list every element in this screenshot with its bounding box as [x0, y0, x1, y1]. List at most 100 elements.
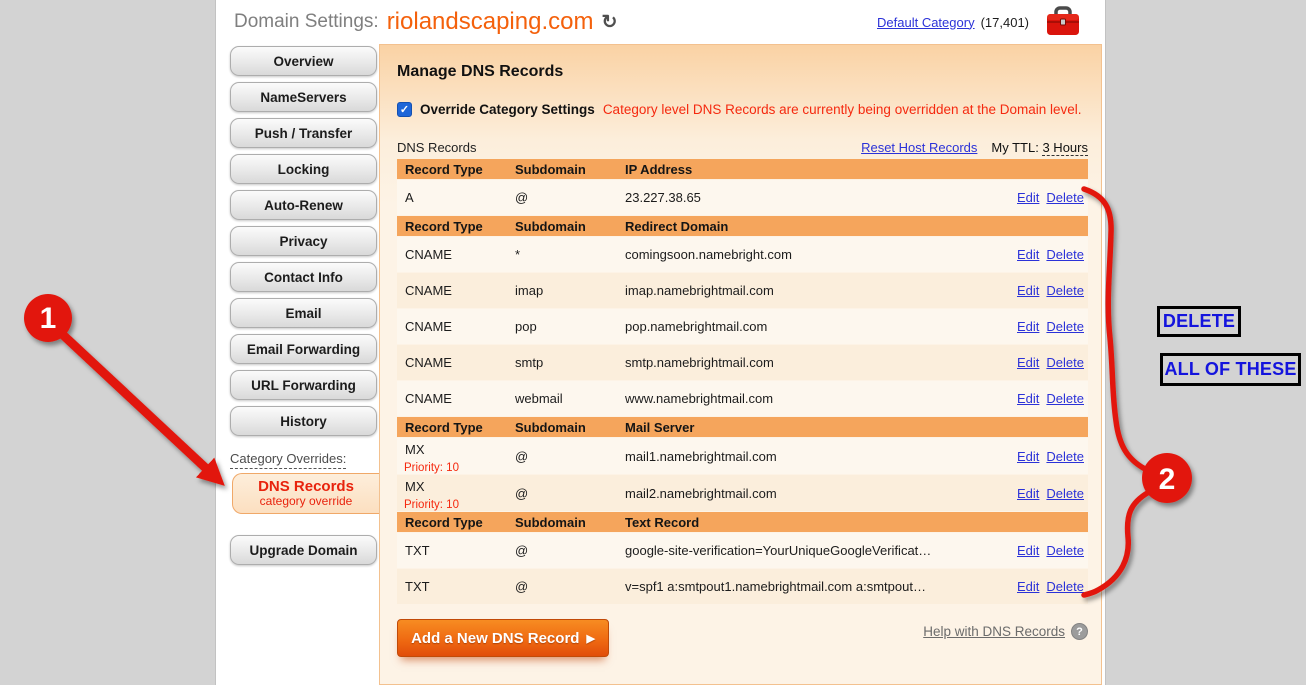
- table-row: MXPriority: 10@mail2.namebrightmail.comE…: [397, 475, 1088, 511]
- record-type-cell: TXT: [397, 539, 507, 562]
- delete-link[interactable]: Delete: [1046, 543, 1084, 558]
- domain-settings-page: Domain Settings: riolandscaping.com ↻ De…: [215, 0, 1106, 685]
- record-type-cell: TXT: [397, 575, 507, 598]
- edit-link[interactable]: Edit: [1017, 190, 1039, 205]
- manage-dns-panel: Manage DNS Records ✓ Override Category S…: [379, 44, 1102, 685]
- record-priority: Priority: 10: [397, 499, 507, 511]
- callout-1-badge: [24, 294, 72, 342]
- record-value-cell: imap.namebrightmail.com: [617, 279, 992, 302]
- page-title: Domain Settings:: [234, 11, 379, 33]
- column-header: Text Record: [617, 515, 992, 530]
- delete-link[interactable]: Delete: [1046, 319, 1084, 334]
- edit-link[interactable]: Edit: [1017, 283, 1039, 298]
- record-value-cell: comingsoon.namebright.com: [617, 243, 992, 266]
- sidebar-item-upgrade-domain[interactable]: Upgrade Domain: [230, 535, 377, 565]
- sidebar-item-email[interactable]: Email: [230, 298, 377, 328]
- subdomain-cell: pop: [507, 315, 617, 338]
- sidebar-item-overview[interactable]: Overview: [230, 46, 377, 76]
- delete-link[interactable]: Delete: [1046, 391, 1084, 406]
- toolbox-icon[interactable]: [1045, 6, 1081, 38]
- sidebar-item-contact-info[interactable]: Contact Info: [230, 262, 377, 292]
- column-header: Record Type: [397, 515, 507, 530]
- sidebar-item-dns-records-override[interactable]: DNS Records category override: [232, 473, 379, 514]
- record-type-cell: MXPriority: 10: [397, 475, 507, 511]
- delete-link[interactable]: Delete: [1046, 247, 1084, 262]
- record-value-cell: 23.227.38.65: [617, 186, 992, 209]
- delete-link[interactable]: Delete: [1046, 449, 1084, 464]
- subdomain-cell: smtp: [507, 351, 617, 374]
- record-value-cell: smtp.namebrightmail.com: [617, 351, 992, 374]
- delete-link[interactable]: Delete: [1046, 579, 1084, 594]
- row-actions-cell: Edit Delete: [992, 543, 1088, 558]
- edit-link[interactable]: Edit: [1017, 543, 1039, 558]
- edit-link[interactable]: Edit: [1017, 319, 1039, 334]
- callout-1-number: 1: [40, 302, 57, 335]
- delete-annotation-box: DELETE: [1157, 306, 1241, 337]
- row-actions-cell: Edit Delete: [992, 579, 1088, 594]
- record-type-cell: CNAME: [397, 387, 507, 410]
- override-checkbox-label: Override Category Settings: [420, 102, 595, 117]
- add-dns-record-button[interactable]: Add a New DNS Record ▶: [397, 619, 609, 657]
- delete-link[interactable]: Delete: [1046, 190, 1084, 205]
- override-category-checkbox[interactable]: ✓: [397, 102, 412, 117]
- column-header: Mail Server: [617, 420, 992, 435]
- table-section-header: Record TypeSubdomainText Record: [397, 512, 1088, 532]
- sidebar-item-nameservers[interactable]: NameServers: [230, 82, 377, 112]
- record-type-cell: MXPriority: 10: [397, 438, 507, 474]
- ttl-value-link[interactable]: 3 Hours: [1042, 140, 1088, 156]
- edit-link[interactable]: Edit: [1017, 449, 1039, 464]
- record-type: CNAME: [397, 279, 507, 302]
- ttl-label: My TTL: 3 Hours: [991, 140, 1088, 155]
- sidebar-item-push-transfer[interactable]: Push / Transfer: [230, 118, 377, 148]
- default-category-link[interactable]: Default Category: [877, 15, 975, 30]
- table-row: CNAME*comingsoon.namebright.comEditDelet…: [397, 237, 1088, 272]
- sidebar-item-email-forwarding[interactable]: Email Forwarding: [230, 334, 377, 364]
- row-actions-cell: Edit Delete: [992, 247, 1088, 262]
- row-actions-cell: Edit Delete: [992, 486, 1088, 501]
- edit-link[interactable]: Edit: [1017, 486, 1039, 501]
- column-header: Subdomain: [507, 515, 617, 530]
- sidebar-item-history[interactable]: History: [230, 406, 377, 436]
- edit-link[interactable]: Edit: [1017, 355, 1039, 370]
- record-type-cell: CNAME: [397, 279, 507, 302]
- record-type: TXT: [397, 539, 507, 562]
- row-actions-cell: Edit Delete: [992, 391, 1088, 406]
- sidebar-item-url-forwarding[interactable]: URL Forwarding: [230, 370, 377, 400]
- sidebar-item-privacy[interactable]: Privacy: [230, 226, 377, 256]
- table-row: A@23.227.38.65 Edit Delete: [397, 180, 1088, 215]
- table-row: CNAMEimapimap.namebrightmail.com Edit Dele…: [397, 273, 1088, 308]
- subdomain-cell: imap: [507, 279, 617, 302]
- row-actions-cell: Edit Delete: [992, 449, 1088, 464]
- table-row: CNAMEsmtpsmtp.namebrightmail.com Edit Dele…: [397, 345, 1088, 380]
- subdomain-cell: @: [507, 186, 617, 209]
- delete-link[interactable]: Delete: [1046, 283, 1084, 298]
- sidebar-item-auto-renew[interactable]: Auto-Renew: [230, 190, 377, 220]
- edit-link[interactable]: Edit: [1017, 579, 1039, 594]
- screen: Domain Settings: riolandscaping.com ↻ De…: [0, 0, 1306, 685]
- reset-host-records-link[interactable]: Reset Host Records: [861, 140, 977, 155]
- delete-link[interactable]: Delete: [1046, 355, 1084, 370]
- record-value-cell: v=spf1 a:smtpout1.namebrightmail.com a:s…: [617, 575, 992, 598]
- edit-link[interactable]: Edit: [1017, 247, 1039, 262]
- delete-link[interactable]: Delete: [1046, 486, 1084, 501]
- subdomain-cell: *: [507, 243, 617, 266]
- record-type-cell: CNAME: [397, 351, 507, 374]
- record-type: CNAME: [397, 387, 507, 410]
- bottom-actions-row: Add a New DNS Record ▶ Help with DNS Rec…: [397, 619, 1088, 657]
- column-header: Subdomain: [507, 420, 617, 435]
- help-question-icon[interactable]: ?: [1071, 623, 1088, 640]
- sidebar: Overview NameServers Push / Transfer Lockin…: [230, 46, 377, 571]
- record-type: CNAME: [397, 351, 507, 374]
- all-of-these-annotation-box: ALL OF THESE: [1160, 353, 1301, 386]
- refresh-icon[interactable]: ↻: [601, 11, 617, 34]
- table-section-header: Record TypeSubdomainIP Address: [397, 159, 1088, 179]
- subdomain-cell: @: [507, 575, 617, 598]
- record-type: A: [397, 186, 507, 209]
- column-header: Redirect Domain: [617, 219, 992, 234]
- edit-link[interactable]: Edit: [1017, 391, 1039, 406]
- subdomain-cell: @: [507, 482, 617, 505]
- record-type: CNAME: [397, 315, 507, 338]
- dns-table: Record TypeSubdomainIP AddressA@23.227.3…: [397, 159, 1088, 604]
- sidebar-item-locking[interactable]: Locking: [230, 154, 377, 184]
- help-dns-records-link[interactable]: Help with DNS Records: [923, 624, 1065, 639]
